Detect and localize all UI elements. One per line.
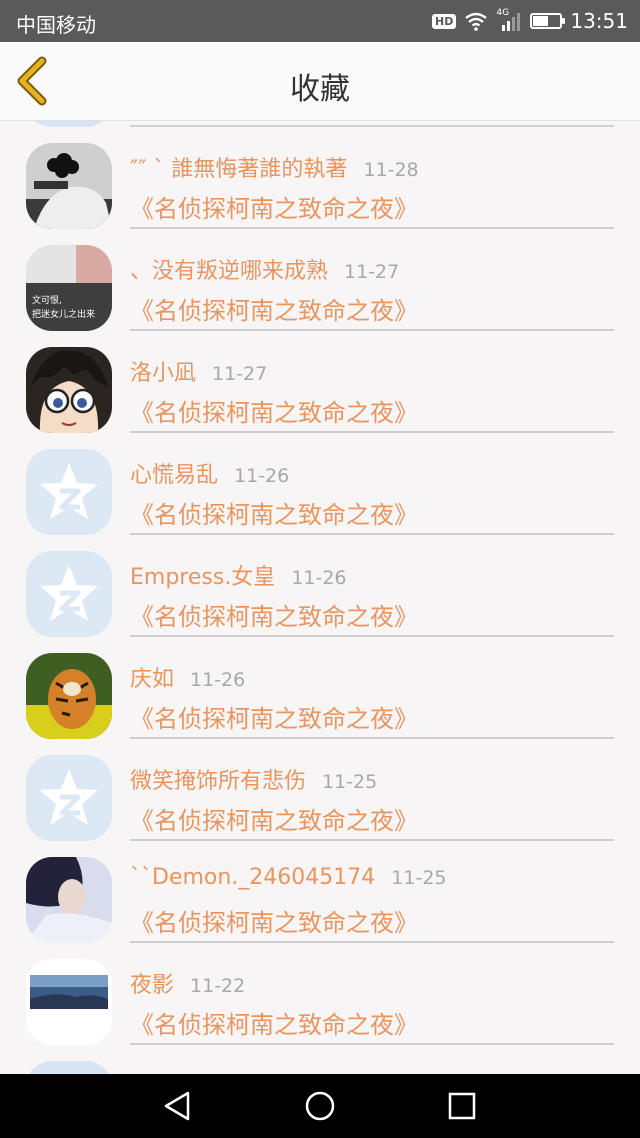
item-text: 心慌易乱 11-26 《名侦探柯南之致命之夜》 — [130, 449, 614, 535]
movie-title-link[interactable]: 《名侦探柯南之致命之夜》 — [130, 393, 418, 428]
item-text: 微笑掩饰所有悲伤 11-25 《名侦探柯南之致命之夜》 — [130, 755, 614, 841]
back-triangle-icon — [164, 1091, 190, 1121]
item-date: 11-25 — [391, 867, 447, 889]
avatar[interactable] — [26, 449, 112, 535]
item-header: ″″ ` 誰無悔著誰的執著 11-28 — [130, 151, 419, 183]
user-name[interactable]: 微笑掩饰所有悲伤 — [130, 769, 306, 794]
avatar[interactable] — [26, 857, 112, 943]
movie-title-link[interactable]: 《名侦探柯南之致命之夜》 — [130, 597, 418, 632]
user-name[interactable]: 夜影 — [130, 973, 174, 998]
avatar-caption: 文可恨, — [32, 296, 62, 306]
movie-title-link[interactable]: 《名侦探柯南之致命之夜》 — [130, 495, 418, 530]
home-circle-icon — [305, 1091, 335, 1121]
nav-recents-button[interactable] — [442, 1088, 482, 1124]
user-name[interactable]: 、没有叛逆哪来成熟 — [130, 259, 328, 284]
list-item[interactable]: Empress.女皇 11-26 《名侦探柯南之致命之夜》 — [0, 529, 640, 637]
hd-badge: HD — [432, 13, 457, 29]
item-date: 11-26 — [291, 567, 347, 589]
item-header: 心慌易乱 11-26 — [130, 457, 289, 489]
top-bar: 收藏 — [0, 42, 640, 121]
user-name[interactable]: 洛小凪 — [130, 361, 196, 386]
item-date: 11-27 — [212, 363, 268, 385]
item-text: ``Demon._246045174 11-25 《名侦探柯南之致命之夜》 — [130, 857, 614, 943]
list-item[interactable]: 微笑掩饰所有悲伤 11-25 《名侦探柯南之致命之夜》 — [0, 733, 640, 841]
avatar-caption: 把迷女儿之出来 — [32, 310, 96, 320]
navigation-bar — [0, 1074, 640, 1138]
list-item[interactable]: 文可恨, 把迷女儿之出来 、没有叛逆哪来成熟 11-27 《名侦探柯南之致命之夜》 — [0, 223, 640, 331]
user-name[interactable]: Empress.女皇 — [130, 565, 275, 590]
recents-square-icon — [448, 1092, 476, 1120]
avatar[interactable] — [26, 653, 112, 739]
item-text: 、没有叛逆哪来成熟 11-27 《名侦探柯南之致命之夜》 — [130, 245, 614, 331]
user-name[interactable]: ``Demon._246045174 — [130, 865, 375, 890]
movie-title-link[interactable]: 《名侦探柯南之致命之夜》 — [130, 903, 418, 938]
avatar[interactable] — [26, 551, 112, 637]
item-header: Empress.女皇 11-26 — [130, 559, 347, 591]
movie-title-link[interactable]: 《名侦探柯南之致命之夜》 — [130, 1005, 418, 1040]
item-header: 庆如 11-26 — [130, 661, 245, 693]
item-date: 11-26 — [234, 465, 290, 487]
item-text: ″″ ` 誰無悔著誰的執著 11-28 《名侦探柯南之致命之夜》 — [130, 143, 614, 229]
list-item[interactable]: ``Demon._246045174 11-25 《名侦探柯南之致命之夜》 — [0, 835, 640, 943]
item-text: 庆如 11-26 《名侦探柯南之致命之夜》 — [130, 653, 614, 739]
item-date: 11-27 — [344, 261, 400, 283]
item-date: 11-22 — [190, 975, 246, 997]
avatar[interactable] — [26, 755, 112, 841]
user-name[interactable]: 庆如 — [130, 667, 174, 692]
status-bar: 中国移动 HD 4G 13:51 — [0, 0, 640, 42]
item-header: 、没有叛逆哪来成熟 11-27 — [130, 253, 399, 285]
movie-title-link[interactable]: 《名侦探柯南之致命之夜》 — [130, 189, 418, 224]
avatar[interactable] — [26, 959, 112, 1045]
item-header: 夜影 11-22 — [130, 967, 245, 999]
avatar[interactable] — [26, 347, 112, 433]
carrier-label: 中国移动 — [16, 13, 96, 37]
nav-home-button[interactable] — [300, 1088, 340, 1124]
item-header: 洛小凪 11-27 — [130, 355, 267, 387]
item-text: 洛小凪 11-27 《名侦探柯南之致命之夜》 — [130, 347, 614, 433]
wifi-icon — [465, 12, 488, 31]
list-item[interactable]: ″″ ` 誰無悔著誰的執著 11-28 《名侦探柯南之致命之夜》 — [0, 121, 640, 229]
clock: 13:51 — [570, 9, 628, 33]
battery-icon — [530, 13, 566, 29]
item-date: 11-26 — [190, 669, 246, 691]
movie-title-link[interactable]: 《名侦探柯南之致命之夜》 — [130, 291, 418, 326]
item-date: 11-28 — [363, 159, 419, 181]
list-item[interactable]: 夜影 11-22 《名侦探柯南之致命之夜》 — [0, 937, 640, 1045]
item-text: Empress.女皇 11-26 《名侦探柯南之致命之夜》 — [130, 551, 614, 637]
signal-icon: 4G — [496, 8, 522, 32]
favorites-list: ″″ ` 誰無悔著誰的執著 11-28 《名侦探柯南之致命之夜》 文可恨, 把迷女儿之出… — [0, 121, 640, 1074]
item-text: 夜影 11-22 《名侦探柯南之致命之夜》 — [130, 959, 614, 1045]
nav-back-button[interactable] — [158, 1088, 198, 1124]
page-title: 收藏 — [290, 72, 350, 107]
list-item-partial[interactable] — [0, 1039, 640, 1074]
avatar[interactable]: 文可恨, 把迷女儿之出来 — [26, 245, 112, 331]
list-item[interactable]: 庆如 11-26 《名侦探柯南之致命之夜》 — [0, 631, 640, 739]
list-item[interactable]: 心慌易乱 11-26 《名侦探柯南之致命之夜》 — [0, 427, 640, 535]
item-header: 微笑掩饰所有悲伤 11-25 — [130, 763, 377, 795]
item-date: 11-25 — [322, 771, 378, 793]
user-name[interactable]: 心慌易乱 — [130, 463, 218, 488]
status-icons: HD 4G 13:51 — [432, 8, 628, 34]
avatar[interactable] — [26, 143, 112, 229]
item-header: ``Demon._246045174 11-25 — [130, 865, 447, 890]
movie-title-link[interactable]: 《名侦探柯南之致命之夜》 — [130, 801, 418, 836]
list-item[interactable]: 洛小凪 11-27 《名侦探柯南之致命之夜》 — [0, 325, 640, 433]
avatar — [26, 1061, 112, 1074]
user-name[interactable]: ″″ ` 誰無悔著誰的執著 — [130, 157, 347, 182]
movie-title-link[interactable]: 《名侦探柯南之致命之夜》 — [130, 699, 418, 734]
